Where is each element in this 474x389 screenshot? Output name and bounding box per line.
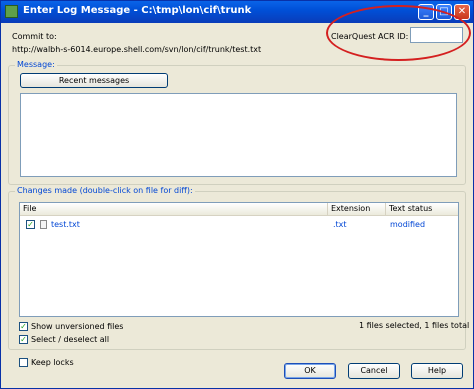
app-icon (5, 5, 18, 18)
keep-locks-label: Keep locks (31, 358, 74, 367)
ok-button[interactable]: OK (284, 363, 336, 379)
close-button[interactable]: ✕ (454, 4, 470, 20)
column-header-text-status[interactable]: Text status (386, 203, 458, 215)
window-title: Enter Log Message - C:\tmp\lon\cif\trunk (23, 5, 252, 16)
message-textarea[interactable] (20, 93, 457, 177)
column-header-file[interactable]: File (20, 203, 328, 215)
row-checkbox[interactable]: ✓ (26, 220, 35, 229)
help-button[interactable]: Help (411, 363, 463, 379)
minimize-button[interactable]: _ (418, 4, 434, 20)
commit-label: Commit to: (12, 32, 57, 41)
column-header-extension[interactable]: Extension (328, 203, 386, 215)
message-group-label: Message: (15, 60, 57, 69)
changes-group-label: Changes made (double-click on file for d… (15, 186, 195, 195)
selection-status: 1 files selected, 1 files total (359, 321, 470, 330)
commit-url: http://walbh-s-6014.europe.shell.com/svn… (12, 45, 262, 54)
select-all-checkbox[interactable]: ✓ (19, 335, 28, 344)
show-unversioned-checkbox[interactable]: ✓ (19, 322, 28, 331)
acr-id-label: ClearQuest ACR ID: (331, 32, 409, 41)
recent-messages-button[interactable]: Recent messages (20, 73, 168, 88)
file-icon (40, 220, 47, 229)
changes-list[interactable]: File Extension Text status ✓ test.txt .t… (19, 202, 459, 317)
list-header: File Extension Text status (20, 203, 458, 216)
maximize-button[interactable]: □ (436, 4, 452, 20)
cancel-button[interactable]: Cancel (348, 363, 400, 379)
acr-id-input[interactable] (410, 27, 463, 43)
select-all-label: Select / deselect all (31, 335, 110, 344)
show-unversioned-label: Show unversioned files (31, 322, 124, 331)
title-bar[interactable]: Enter Log Message - C:\tmp\lon\cif\trunk… (1, 1, 473, 23)
file-extension: .txt (333, 220, 347, 229)
file-name: test.txt (51, 220, 80, 229)
file-status: modified (390, 220, 426, 229)
table-row[interactable]: ✓ test.txt .txt modified (20, 218, 458, 231)
log-message-dialog: Enter Log Message - C:\tmp\lon\cif\trunk… (0, 0, 474, 389)
keep-locks-checkbox[interactable] (19, 358, 28, 367)
